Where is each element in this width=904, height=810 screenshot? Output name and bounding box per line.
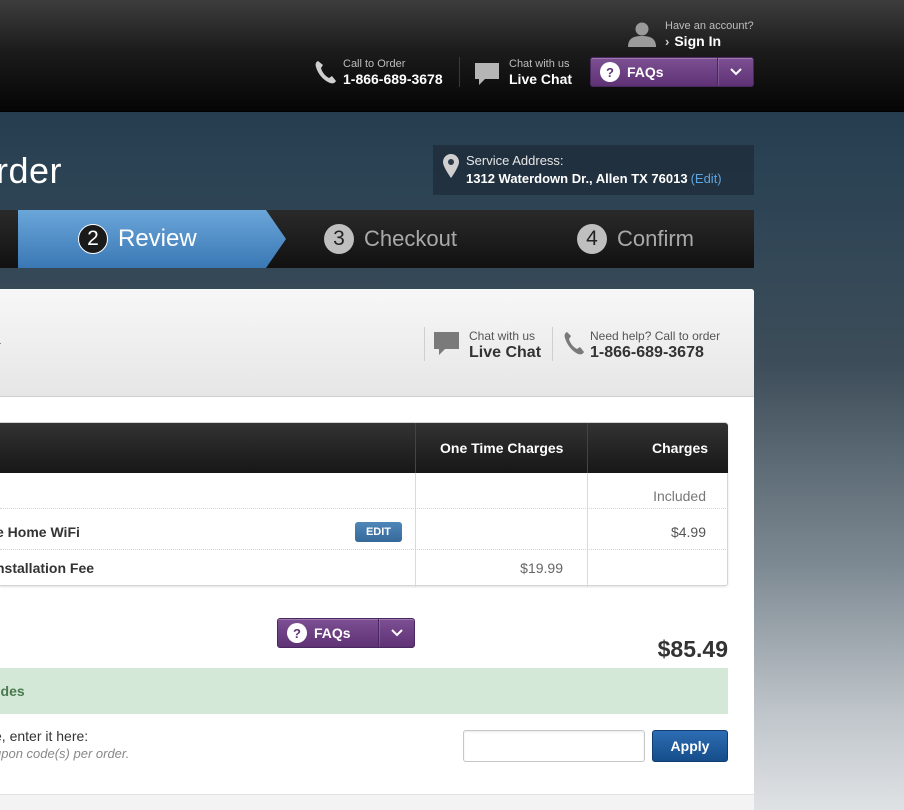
order-total: $85.49 — [657, 636, 728, 662]
faqs-dropdown-top[interactable]: ? FAQs — [590, 57, 754, 87]
step-number: 2 — [78, 224, 108, 254]
live-chat-link[interactable]: Live Chat — [469, 344, 541, 362]
chat-label: Chat with us — [469, 329, 536, 343]
item-name: nstallation Fee — [0, 560, 95, 576]
help-label: Need help? Call to order — [590, 329, 721, 343]
column-one-time-charges: One Time Charges — [440, 440, 564, 456]
table-row: Included — [0, 473, 728, 509]
charge-value: Included — [653, 488, 706, 504]
account-prompt: Have an account? — [665, 20, 754, 32]
divider — [459, 57, 460, 87]
column-divider — [587, 423, 588, 473]
step-label: Review — [118, 225, 197, 252]
question-icon: ? — [600, 62, 620, 82]
phone-icon — [564, 332, 584, 355]
step-confirm[interactable]: 4 Confirm — [577, 223, 694, 255]
call-label: Call to Order — [343, 58, 406, 70]
promo-code-input[interactable] — [463, 730, 645, 762]
chat-bubble-icon — [475, 63, 499, 85]
table-row: e Home WiFi EDIT $4.99 — [0, 514, 728, 550]
service-address-value: 1312 Waterdown Dr., Allen TX 76013 (Edit) — [466, 171, 722, 186]
top-header: Have an account? › Sign In Call to Order … — [0, 0, 904, 112]
user-icon — [628, 22, 656, 47]
divider — [0, 343, 1, 344]
chevron-down-icon[interactable] — [717, 58, 753, 86]
column-divider — [415, 423, 416, 473]
faqs-label: FAQs — [627, 64, 664, 80]
order-panel: ? FAQs Chat with us Live Chat Need help?… — [0, 289, 754, 810]
column-charges: Charges — [652, 440, 709, 456]
account-sign-in[interactable]: Have an account? › Sign In — [626, 19, 766, 51]
step-number: 4 — [577, 224, 607, 254]
location-pin-icon — [443, 154, 459, 178]
sign-in-label: Sign In — [674, 33, 722, 49]
charges-table: One Time Charges Charges Included e Home… — [0, 422, 728, 587]
faqs-dropdown[interactable]: ? FAQs — [277, 618, 415, 648]
question-icon: ? — [287, 623, 307, 643]
promo-instructions: e, enter it here: — [0, 728, 89, 744]
panel-footer — [0, 794, 754, 810]
divider — [424, 327, 425, 361]
chat-bubble-icon — [434, 332, 459, 355]
step-review[interactable]: 2 Review — [78, 223, 197, 255]
live-chat-link[interactable]: Live Chat — [509, 71, 572, 87]
service-address: Service Address: 1312 Waterdown Dr., All… — [433, 145, 754, 195]
chevron-down-icon[interactable] — [378, 619, 414, 647]
charge-value: $4.99 — [670, 524, 706, 540]
progress-steps: 2 Review 3 Checkout 4 Confirm — [0, 210, 754, 268]
chevron-right-icon: › — [665, 34, 670, 49]
step-label: Confirm — [617, 226, 695, 251]
address-text: 1312 Waterdown Dr., Allen TX 76013 — [466, 171, 688, 186]
edit-button[interactable]: EDIT — [355, 522, 402, 542]
call-number[interactable]: 1-866-689-3678 — [343, 71, 443, 87]
sign-in-link[interactable]: › Sign In — [665, 33, 721, 49]
table-header: One Time Charges Charges — [0, 423, 728, 473]
table-row: nstallation Fee $19.99 — [0, 550, 728, 586]
step-number: 3 — [324, 224, 354, 254]
promo-limit-note: upon code(s) per order. — [0, 746, 130, 761]
promo-codes-title: odes — [0, 683, 25, 699]
edit-address-link[interactable]: (Edit) — [691, 171, 722, 186]
panel-header: ? FAQs Chat with us Live Chat Need help?… — [0, 289, 754, 648]
phone-icon — [315, 61, 336, 84]
one-time-charge: $19.99 — [520, 560, 563, 576]
faqs-label: FAQs — [314, 625, 351, 641]
page-title: rder — [0, 150, 63, 191]
promo-codes-bar[interactable]: odes — [0, 668, 728, 714]
help-number[interactable]: 1-866-689-3678 — [590, 344, 704, 362]
service-address-label: Service Address: — [466, 153, 564, 168]
chat-label: Chat with us — [509, 58, 570, 70]
step-label: Checkout — [364, 226, 457, 251]
divider — [552, 327, 553, 361]
apply-button[interactable]: Apply — [652, 730, 728, 762]
item-name: e Home WiFi — [0, 524, 80, 540]
step-checkout[interactable]: 3 Checkout — [324, 223, 457, 255]
